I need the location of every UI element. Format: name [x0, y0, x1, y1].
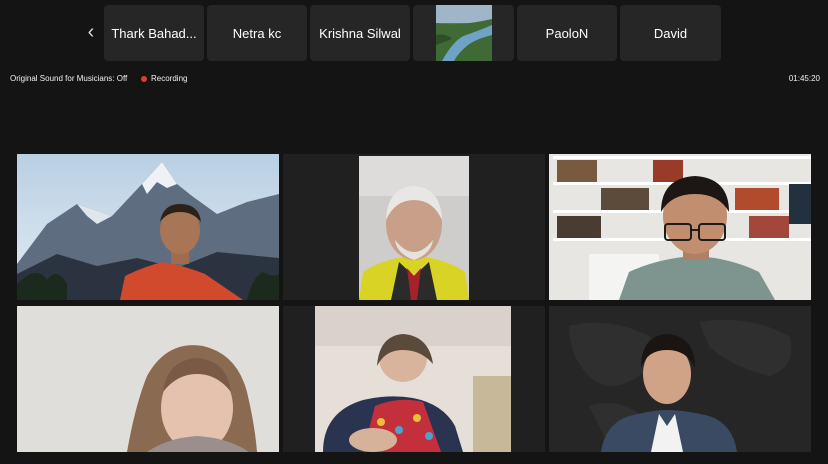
- video-tile[interactable]: [549, 306, 811, 452]
- participant-video: [283, 154, 545, 300]
- video-tile[interactable]: [17, 306, 279, 452]
- video-tile[interactable]: [283, 306, 545, 452]
- participant-name: Thark Bahad...: [111, 25, 197, 41]
- recording-label: Recording: [151, 74, 188, 83]
- participant-thumb[interactable]: Netra kc: [207, 5, 307, 61]
- participant-name: David: [653, 25, 688, 41]
- record-dot-icon: [141, 75, 147, 82]
- participant-video: [283, 306, 545, 452]
- participant-thumb[interactable]: Krishna Silwal: [310, 5, 410, 61]
- participant-name: PaoloN: [545, 25, 589, 41]
- recording-indicator: Recording: [141, 74, 187, 83]
- meeting-status-bar: Original Sound for Musicians: Off Record…: [0, 71, 828, 87]
- participant-video: [17, 306, 279, 452]
- original-sound-status[interactable]: Original Sound for Musicians: Off: [10, 74, 127, 83]
- video-tile[interactable]: [17, 154, 279, 300]
- chevron-left-icon[interactable]: ‹: [80, 19, 102, 45]
- participant-thumb[interactable]: David: [620, 5, 721, 61]
- participant-name: Krishna Silwal: [319, 25, 401, 41]
- participant-video: [17, 154, 279, 300]
- participant-thumb[interactable]: PaoloN: [517, 5, 617, 61]
- participant-thumb[interactable]: Thark Bahad...: [104, 5, 204, 61]
- participant-strip: ‹ Thark Bahad... Netra kc Krishna Silwal…: [0, 5, 828, 61]
- participant-video: [549, 154, 811, 300]
- participant-thumb-with-photo[interactable]: [413, 5, 514, 61]
- participant-video: [549, 306, 811, 452]
- video-tile-active-speaker[interactable]: [283, 154, 545, 300]
- video-tile[interactable]: [549, 154, 811, 300]
- participant-name: Netra kc: [232, 25, 282, 41]
- profile-photo: [435, 5, 492, 61]
- meeting-timer: 01:45:20: [788, 74, 820, 83]
